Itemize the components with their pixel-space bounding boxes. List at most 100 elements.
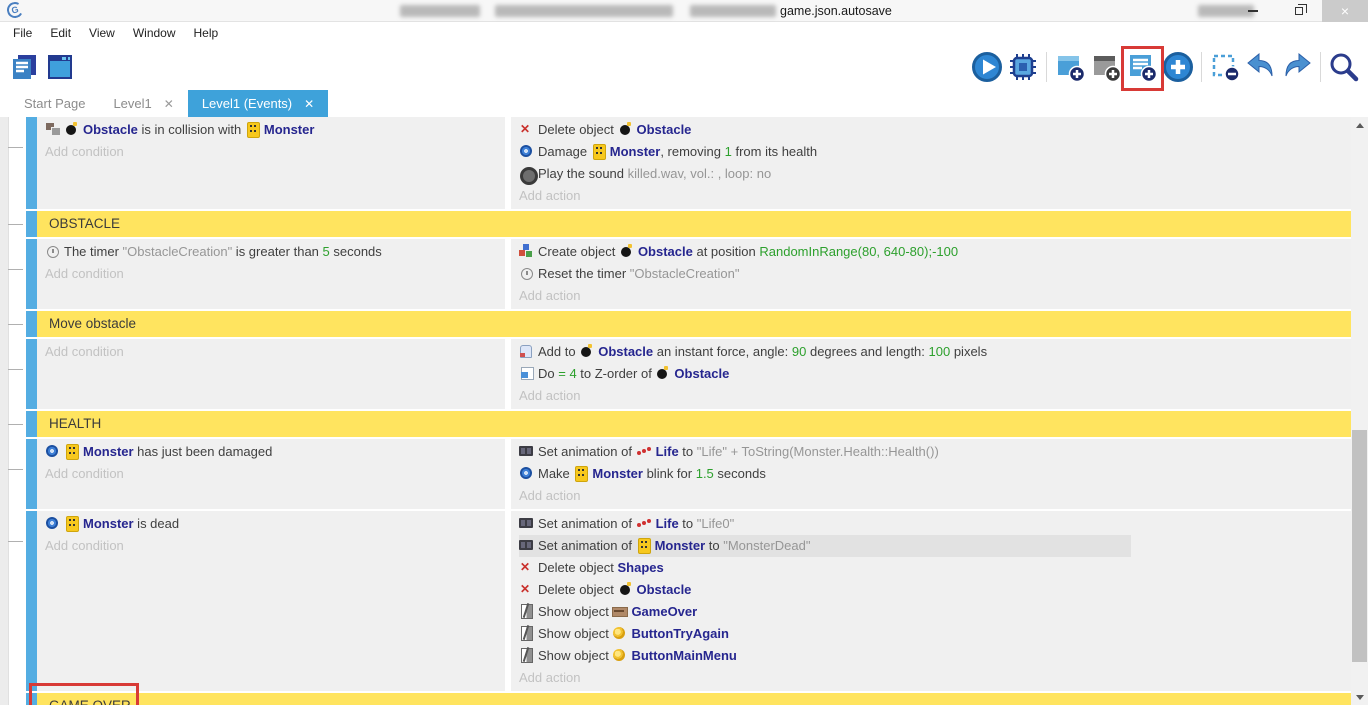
plain-text: at position — [693, 244, 760, 259]
action[interactable]: Set animation of Monster to "MonsterDead… — [519, 535, 1131, 557]
object-name: Monster — [655, 538, 706, 553]
restore-icon — [1295, 7, 1303, 15]
scrollbar-thumb[interactable] — [1352, 430, 1367, 662]
event-selection-bar[interactable] — [26, 411, 37, 437]
group-label[interactable]: GAME OVER — [37, 693, 1351, 705]
action[interactable]: Delete object Shapes — [519, 557, 1351, 579]
restore-button[interactable] — [1276, 0, 1322, 22]
action[interactable]: Reset the timer "ObstacleCreation" — [519, 263, 1351, 285]
action[interactable]: Delete object Obstacle — [519, 119, 1351, 141]
plain-text: Set animation of — [538, 516, 636, 531]
play-button[interactable] — [969, 48, 1005, 86]
add-action-button[interactable]: Add action — [519, 385, 1351, 407]
tab-close-icon[interactable]: ✕ — [304, 97, 314, 111]
gear-icon — [45, 516, 61, 530]
scene-editor-button[interactable] — [42, 48, 78, 86]
action[interactable]: Do = 4 to Z-order of Obstacle — [519, 363, 1351, 385]
group-label[interactable]: Move obstacle — [37, 311, 1351, 337]
gdevelop-logo-icon: G — [5, 0, 25, 20]
menu-edit[interactable]: Edit — [41, 22, 80, 44]
menu-window[interactable]: Window — [124, 22, 185, 44]
deselect-button[interactable] — [1207, 48, 1243, 86]
tab-level1[interactable]: Level1✕ — [99, 90, 187, 117]
action[interactable]: Set animation of Life to "Life" + ToStri… — [519, 441, 1351, 463]
plain-text: pixels — [950, 344, 987, 359]
toolbar — [0, 44, 1368, 90]
object-name: Monster — [83, 516, 134, 531]
add-external-layout-button[interactable] — [1088, 48, 1124, 86]
bomb-icon — [579, 344, 595, 358]
add-action-button[interactable]: Add action — [519, 285, 1351, 307]
event-selection-bar[interactable] — [26, 311, 37, 337]
plain-text: from its health — [732, 144, 817, 159]
action[interactable]: Show object GameOver — [519, 601, 1351, 623]
menu-help[interactable]: Help — [185, 22, 228, 44]
add-action-button[interactable]: Add action — [519, 185, 1351, 207]
toolbar-right — [969, 48, 1362, 86]
string-text: killed.wav, vol.: , loop: no — [628, 166, 772, 181]
action[interactable]: Show object ButtonMainMenu — [519, 645, 1351, 667]
tab-start-page[interactable]: Start Page — [10, 90, 99, 117]
action[interactable]: Delete object Obstacle — [519, 579, 1351, 601]
actions-cell: Create object Obstacle at position Rando… — [511, 239, 1351, 309]
event-selection-bar[interactable] — [26, 211, 37, 237]
value-text: 1.5 — [696, 466, 714, 481]
actions-cell: Add to Obstacle an instant force, angle:… — [511, 339, 1351, 409]
action[interactable]: Add to Obstacle an instant force, angle:… — [519, 341, 1351, 363]
group-label[interactable]: HEALTH — [37, 411, 1351, 437]
condition[interactable]: Monster has just been damaged — [45, 441, 505, 463]
menu-file[interactable]: File — [4, 22, 41, 44]
project-manager-button[interactable] — [6, 48, 42, 86]
event-selection-bar[interactable] — [26, 239, 37, 309]
tab-level1-events-[interactable]: Level1 (Events)✕ — [188, 90, 328, 117]
condition[interactable]: The timer "ObstacleCreation" is greater … — [45, 241, 505, 263]
event-selection-bar[interactable] — [26, 511, 37, 691]
plain-text: to Z-order of — [577, 366, 656, 381]
scroll-down-arrow[interactable] — [1351, 689, 1368, 705]
add-condition-button[interactable]: Add condition — [45, 535, 505, 557]
plain-text: Delete object — [538, 560, 618, 575]
redo-button[interactable] — [1279, 48, 1315, 86]
events-sheet: Obstacle is in collision with MonsterAdd… — [0, 117, 1368, 705]
vertical-scrollbar[interactable] — [1351, 117, 1368, 705]
add-condition-button[interactable]: Add condition — [45, 141, 505, 163]
add-condition-button[interactable]: Add condition — [45, 463, 505, 485]
condition[interactable]: Obstacle is in collision with Monster — [45, 119, 505, 141]
add-condition-button[interactable]: Add condition — [45, 341, 505, 363]
debug-button[interactable] — [1005, 48, 1041, 86]
plain-text: to — [679, 444, 697, 459]
event-selection-bar[interactable] — [26, 439, 37, 509]
action[interactable]: Show object ButtonTryAgain — [519, 623, 1351, 645]
add-scene-button[interactable] — [1052, 48, 1088, 86]
search-button[interactable] — [1326, 48, 1362, 86]
add-action-button[interactable]: Add action — [519, 667, 1351, 689]
annotation-rect — [29, 683, 139, 705]
tab-close-icon[interactable]: ✕ — [164, 97, 174, 111]
add-condition-button[interactable]: Add condition — [45, 263, 505, 285]
menu-view[interactable]: View — [80, 22, 124, 44]
value-text: 1 — [725, 144, 732, 159]
condition[interactable]: Monster is dead — [45, 513, 505, 535]
gear-icon — [45, 444, 61, 458]
add-object-button[interactable] — [1160, 48, 1196, 86]
action[interactable]: Create object Obstacle at position Rando… — [519, 241, 1351, 263]
create-icon — [519, 244, 535, 258]
plain-text: has just been damaged — [134, 444, 273, 459]
plain-text: Make — [538, 466, 573, 481]
scroll-up-arrow[interactable] — [1351, 117, 1368, 133]
event-selection-bar[interactable] — [26, 117, 37, 209]
add-external-events-button[interactable] — [1124, 48, 1160, 86]
action[interactable]: Make Monster blink for 1.5 seconds — [519, 463, 1351, 485]
action[interactable]: Play the sound killed.wav, vol.: , loop:… — [519, 163, 1351, 185]
close-button[interactable]: × — [1322, 0, 1368, 22]
button-icon — [612, 648, 628, 662]
minimize-button[interactable] — [1230, 0, 1276, 22]
add-action-button[interactable]: Add action — [519, 485, 1351, 507]
bomb-icon — [618, 582, 634, 596]
group-label[interactable]: OBSTACLE — [37, 211, 1351, 237]
action[interactable]: Damage Monster, removing 1 from its heal… — [519, 141, 1351, 163]
event-selection-bar[interactable] — [26, 339, 37, 409]
action[interactable]: Set animation of Life to "Life0" — [519, 513, 1351, 535]
undo-button[interactable] — [1243, 48, 1279, 86]
plain-text: Play the sound — [538, 166, 628, 181]
